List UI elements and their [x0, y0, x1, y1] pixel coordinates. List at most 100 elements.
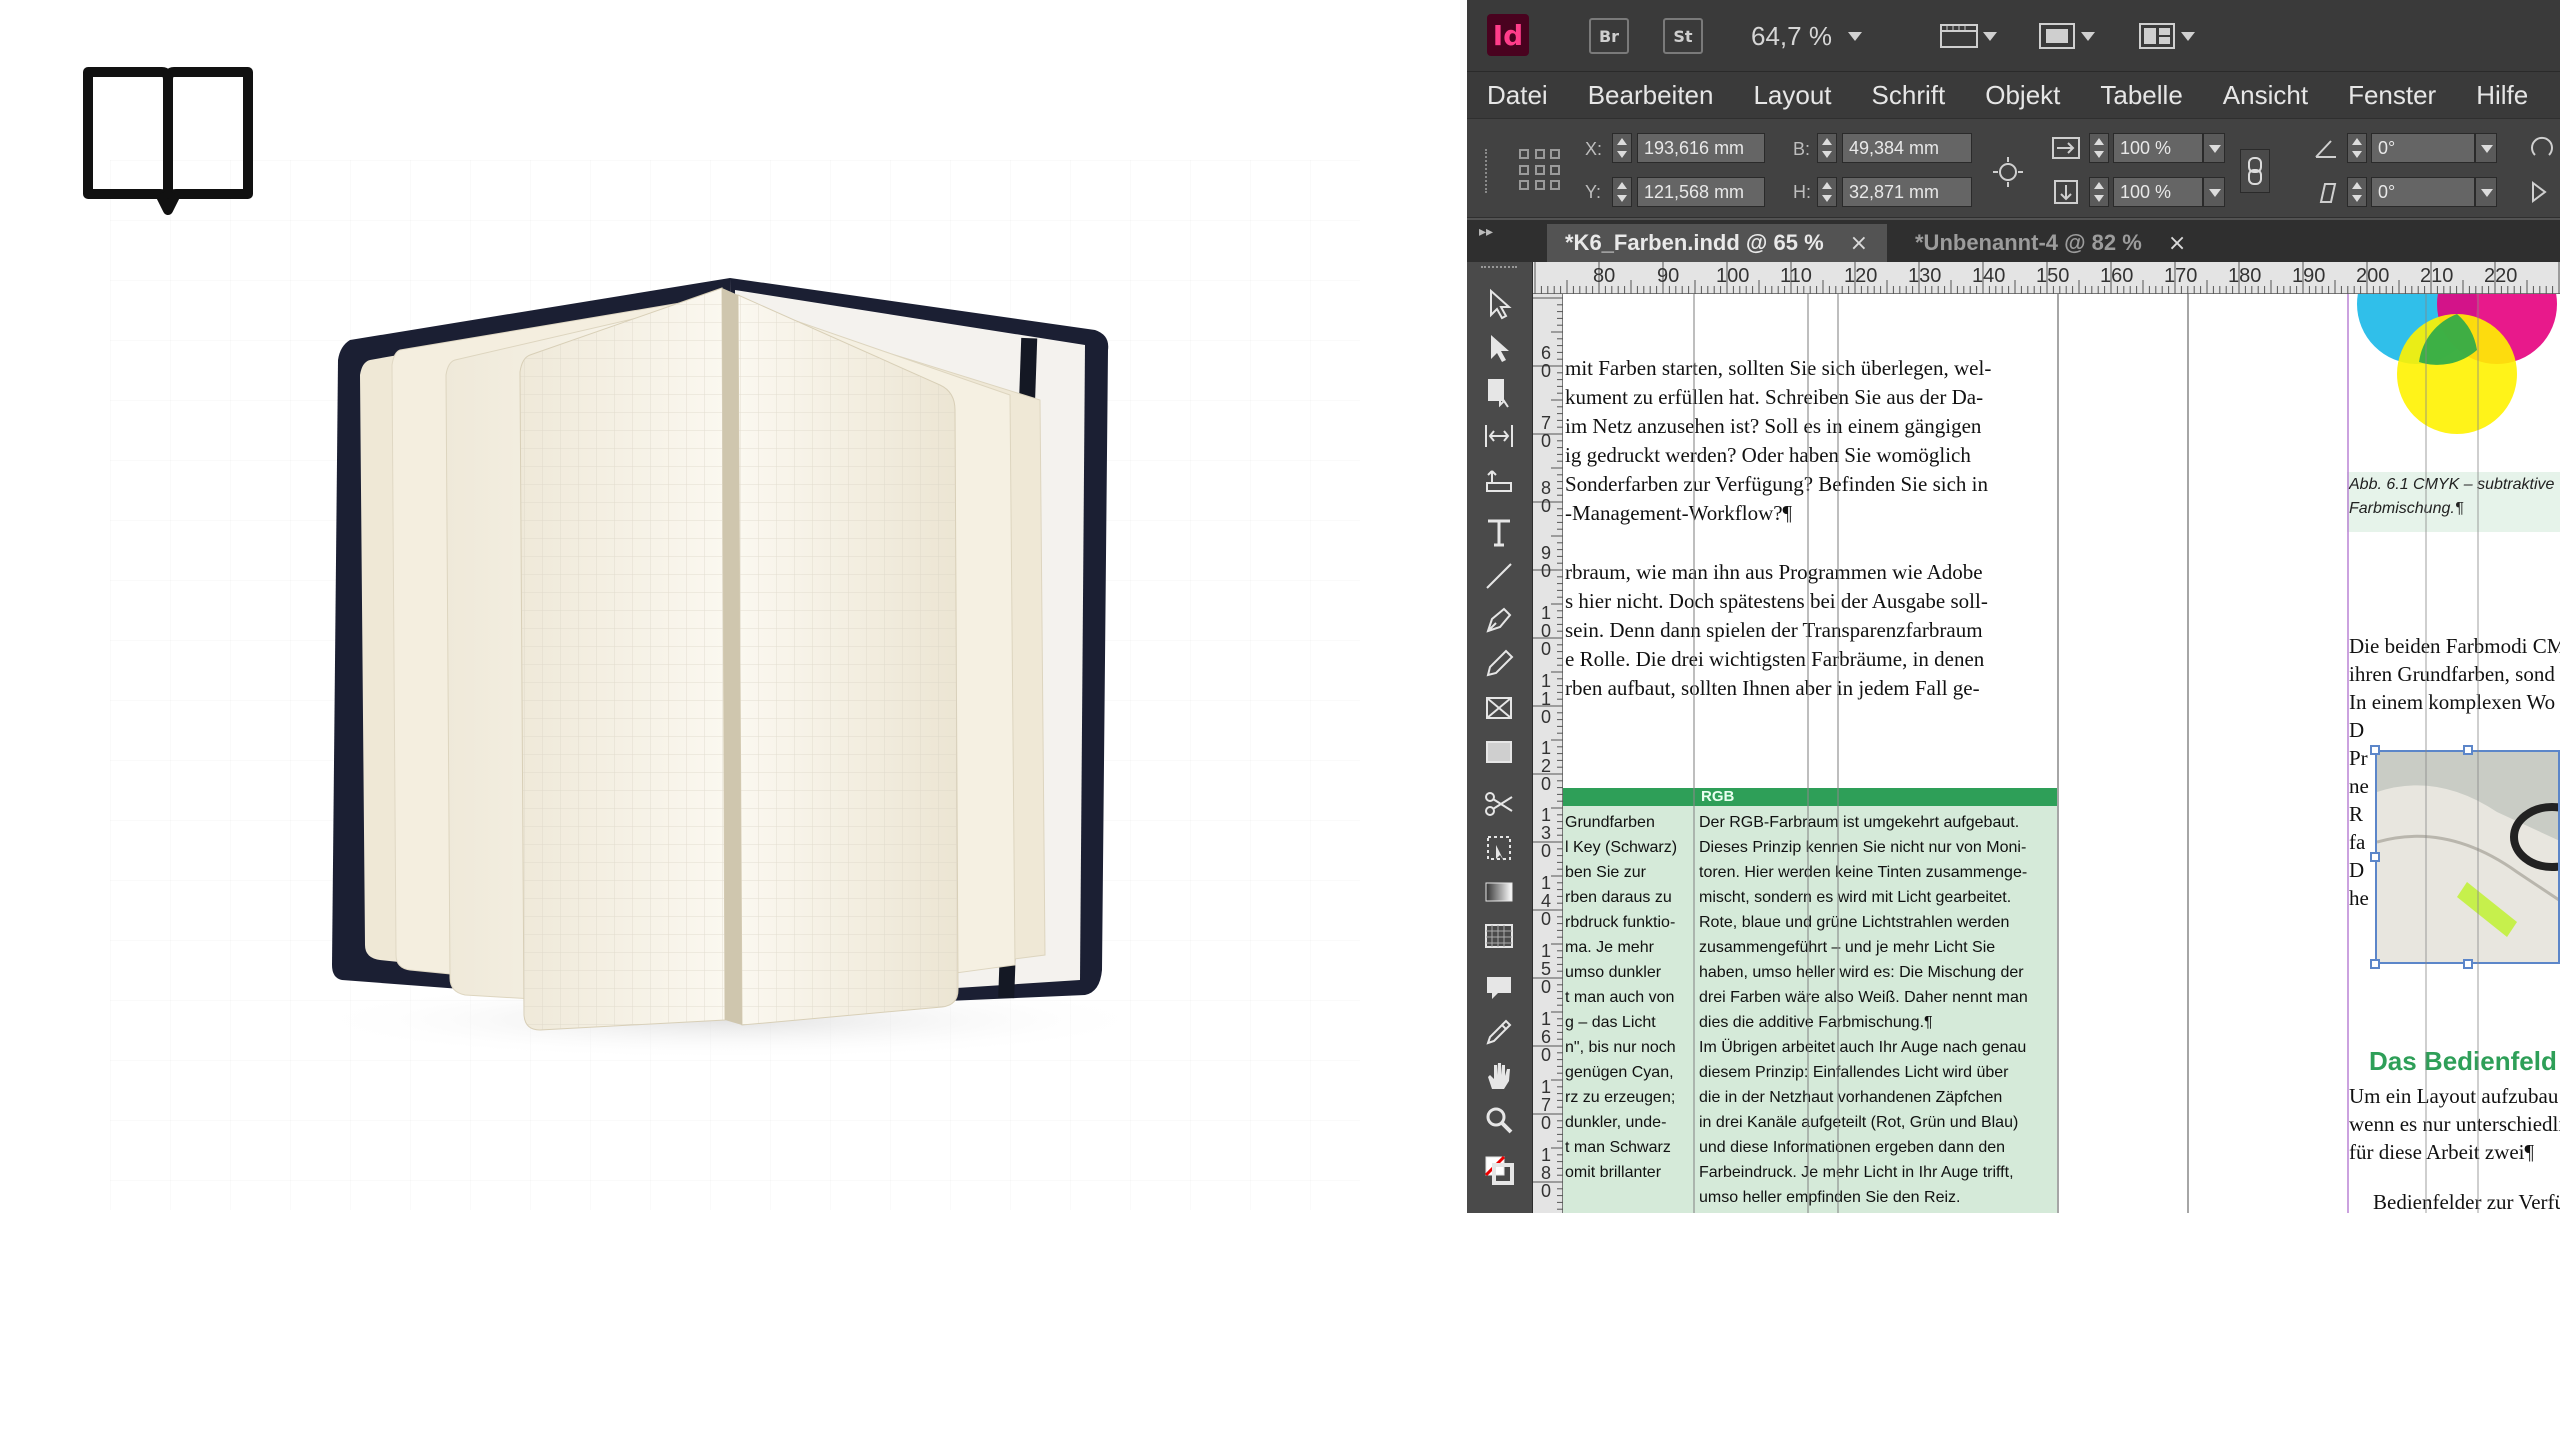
constrain-scale-button[interactable]: [2240, 149, 2270, 193]
indesign-logo: Id: [1487, 14, 1529, 56]
rotation-stepper[interactable]: [2347, 133, 2367, 163]
body-text-line: sein. Denn dann spielen der Transparenzf…: [1565, 618, 1983, 642]
table-cell-right: Rote, blaue und grüne Lichtstrahlen werd…: [1699, 914, 2010, 931]
body-text-line: e Rolle. Die drei wichtigsten Farbräume,…: [1565, 647, 1985, 671]
stock-button[interactable]: St: [1663, 18, 1703, 54]
height-field[interactable]: 32,871 mm: [1842, 177, 1972, 207]
scale-x-field[interactable]: 100 %: [2113, 133, 2203, 163]
pen-tool-icon[interactable]: [1479, 600, 1519, 640]
x-stepper[interactable]: [1612, 133, 1632, 163]
frame-handle[interactable]: [2370, 959, 2380, 969]
arrange-documents-button[interactable]: [2137, 18, 2195, 54]
table-cell-left: genügen Cyan,: [1565, 1064, 1674, 1081]
eyedropper-tool-icon[interactable]: [1479, 1012, 1519, 1052]
table-header-bar: RGB: [1563, 788, 2057, 806]
body-text-line: rben aufbaut, sollten Ihnen aber in jede…: [1565, 676, 1980, 700]
free-transform-tool-icon[interactable]: [1479, 828, 1519, 868]
line-tool-icon[interactable]: [1479, 556, 1519, 596]
type-tool-icon[interactable]: [1479, 512, 1519, 552]
body-text-line: Sonderfarben zur Verfügung? Befinden Sie…: [1565, 472, 1988, 496]
menu-schrift[interactable]: Schrift: [1852, 80, 1966, 111]
menu-bearbeiten[interactable]: Bearbeiten: [1568, 80, 1734, 111]
gradient-feather-tool-icon[interactable]: [1479, 916, 1519, 956]
ruler-number: 160: [2100, 265, 2134, 287]
close-icon[interactable]: ×: [1850, 231, 1868, 256]
right-text-line: R: [2349, 802, 2364, 826]
page-tool-icon[interactable]: [1479, 372, 1519, 412]
tab-unbenannt-4[interactable]: *Unbenannt-4 @ 82 % ×: [1897, 224, 2227, 262]
gradient-tool-icon[interactable]: [1479, 872, 1519, 912]
menu-bar: Datei Bearbeiten Layout Schrift Objekt T…: [1467, 72, 2560, 118]
screen-mode-button[interactable]: [2037, 18, 2095, 54]
scale-x-stepper[interactable]: [2089, 133, 2109, 163]
rotation-dropdown[interactable]: [2475, 133, 2497, 163]
rectangle-tool-icon[interactable]: [1479, 732, 1519, 772]
width-stepper[interactable]: [1817, 133, 1837, 163]
vertical-ruler[interactable]: 6 0 7 0 8 0 9 0 1 0 0 1 1 0 1 2 0 1 3 0 …: [1533, 294, 1563, 1213]
rotate-icon[interactable]: [2527, 133, 2557, 163]
menu-tabelle[interactable]: Tabelle: [2080, 80, 2202, 111]
y-position-field[interactable]: 121,568 mm: [1637, 177, 1765, 207]
shear-field[interactable]: 0°: [2371, 177, 2475, 207]
zoom-level-dropdown[interactable]: 64,7 %: [1751, 16, 1862, 56]
note-tool-icon[interactable]: [1479, 968, 1519, 1008]
bridge-button[interactable]: Br: [1589, 18, 1629, 54]
table-cell-left: dunkler, unde-: [1565, 1114, 1667, 1131]
frame-handle[interactable]: [2463, 959, 2473, 969]
menu-ansicht[interactable]: Ansicht: [2203, 80, 2328, 111]
scale-x-dropdown[interactable]: [2203, 133, 2225, 163]
menu-objekt[interactable]: Objekt: [1965, 80, 2080, 111]
content-collector-icon[interactable]: [1479, 460, 1519, 500]
fill-stroke-icon[interactable]: [1479, 1150, 1519, 1190]
ruler-number: 1 3 0: [1540, 805, 1551, 861]
right-text-line: D: [2349, 858, 2365, 882]
x-position-field[interactable]: 193,616 mm: [1637, 133, 1765, 163]
body-text-line: -Management-Workflow?¶: [1565, 501, 1793, 525]
table-cell-right: Dieses Prinzip kennen Sie nicht nur von …: [1699, 839, 2027, 856]
selection-tool-icon[interactable]: [1479, 284, 1519, 324]
shear-dropdown[interactable]: [2475, 177, 2497, 207]
scale-y-dropdown[interactable]: [2203, 177, 2225, 207]
menu-hilfe[interactable]: Hilfe: [2456, 80, 2548, 111]
tools-grip[interactable]: [1481, 266, 1517, 272]
pencil-tool-icon[interactable]: [1479, 644, 1519, 684]
gap-tool-icon[interactable]: [1479, 416, 1519, 456]
frame-handle[interactable]: [2370, 745, 2380, 755]
frame-handle[interactable]: [2463, 745, 2473, 755]
scissors-tool-icon[interactable]: [1479, 784, 1519, 824]
ruler-number: 9 0: [1540, 543, 1551, 581]
frame-handle[interactable]: [2370, 852, 2380, 862]
rectangle-frame-tool-icon[interactable]: [1479, 688, 1519, 728]
width-field[interactable]: 49,384 mm: [1842, 133, 1972, 163]
scale-y-field[interactable]: 100 %: [2113, 177, 2203, 207]
body-text-line: rbraum, wie man ihn aus Programmen wie A…: [1565, 560, 1983, 584]
horizontal-ruler[interactable]: 80 90 100 110 120 130 140 150 160 170 18…: [1533, 262, 2560, 294]
shear-stepper[interactable]: [2347, 177, 2367, 207]
direct-selection-tool-icon[interactable]: [1479, 328, 1519, 368]
view-options-icon: [1940, 24, 1978, 48]
menu-datei[interactable]: Datei: [1467, 80, 1568, 111]
flip-icon[interactable]: [2527, 177, 2557, 207]
document-canvas[interactable]: RGB mit Farben starten, sollten Sie sich…: [1563, 294, 2560, 1213]
table-cell-left: ma. Je mehr: [1565, 939, 1654, 956]
table-cell-left: rz zu erzeugen;: [1565, 1089, 1676, 1106]
menu-fenster[interactable]: Fenster: [2328, 80, 2456, 111]
view-options-button[interactable]: [1939, 18, 1997, 54]
rotation-field[interactable]: 0°: [2371, 133, 2475, 163]
y-stepper[interactable]: [1612, 177, 1632, 207]
tab-k6-farben[interactable]: *K6_Farben.indd @ 65 % ×: [1547, 224, 1887, 262]
ruler-number: 200: [2356, 265, 2390, 287]
zoom-tool-icon[interactable]: [1479, 1100, 1519, 1140]
scale-y-stepper[interactable]: [2089, 177, 2109, 207]
close-icon[interactable]: ×: [2168, 231, 2186, 256]
hand-tool-icon[interactable]: [1479, 1056, 1519, 1096]
height-stepper[interactable]: [1817, 177, 1837, 207]
placed-image-frame[interactable]: [2375, 750, 2560, 964]
table-cell-left: n", bis nur noch: [1565, 1039, 1676, 1056]
panel-grip[interactable]: [1485, 149, 1489, 193]
menu-layout[interactable]: Layout: [1733, 80, 1851, 111]
collapse-panel-icon[interactable]: ▸▸: [1479, 224, 1493, 240]
constrain-proportions-icon[interactable]: [1991, 155, 2025, 189]
reference-point-icon[interactable]: [1519, 149, 1561, 191]
table-cell-left: g – das Licht: [1565, 1014, 1656, 1031]
